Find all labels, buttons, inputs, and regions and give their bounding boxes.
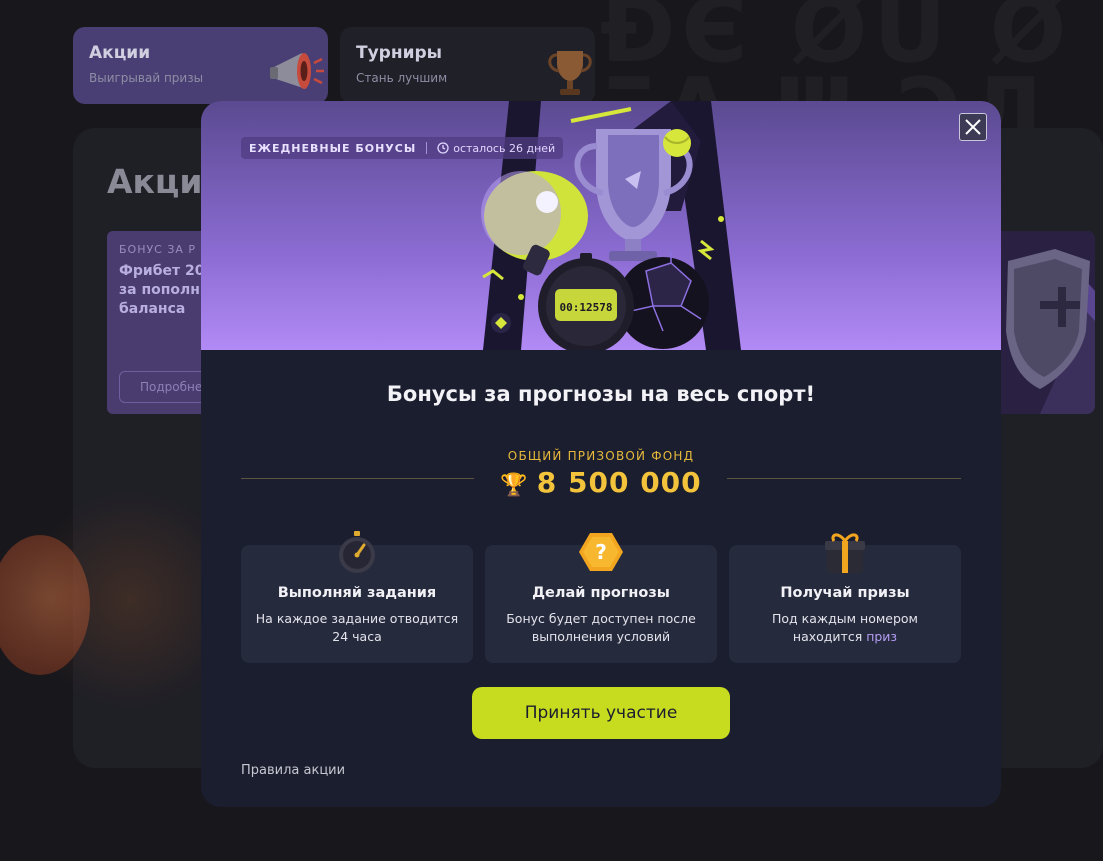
daily-bonuses-badge: ЕЖЕДНЕВНЫЕ БОНУСЫ (249, 141, 417, 155)
stopwatch-display: 00:12578 (560, 301, 613, 314)
step-description: Бонус будет доступен после выполнения ус… (506, 611, 696, 644)
promo-card-shield[interactable] (1000, 231, 1095, 414)
prize-fund-label: ОБЩИЙ ПРИЗОВОЙ ФОНД (507, 449, 695, 463)
modal-headline: Бонусы за прогнозы на весь спорт! (386, 382, 816, 406)
tile-tournaments[interactable]: Турниры Стань лучшим (340, 27, 595, 104)
close-icon (965, 119, 981, 135)
prize-fund-amount: 8 500 000 (536, 466, 702, 499)
rules-link[interactable]: Правила акции (241, 763, 345, 778)
prize-link[interactable]: приз (866, 629, 897, 644)
step-description: Под каждым номером находится приз (737, 610, 953, 646)
step-title: Получай призы (780, 585, 910, 601)
promo-title: Фрибет 20 за пополн баланса (119, 263, 205, 317)
close-button[interactable] (959, 113, 987, 141)
shield-icon (1000, 231, 1095, 414)
step-title: Делай прогнозы (532, 585, 670, 601)
participate-button[interactable]: Принять участие (472, 687, 730, 739)
bonus-modal: 00:12578 ЕЖЕДНЕВНЫЕ БОНУСЫ осталось 26 д… (201, 101, 1001, 807)
panel-title: Акци (107, 162, 203, 201)
clock-icon (437, 142, 449, 154)
bronze-trophy-icon (548, 51, 592, 95)
question-hexagon-icon: ? (579, 533, 623, 571)
modal-badges: ЕЖЕДНЕВНЫЕ БОНУСЫ осталось 26 дней (241, 137, 564, 159)
step-card: Получай призы Под каждым номером находит… (729, 533, 961, 663)
trophy-icon: 🏆 (500, 473, 529, 498)
step-card: Выполняй задания На каждое задание отвод… (241, 531, 473, 663)
time-left-badge: осталось 26 дней (437, 142, 555, 155)
modal-hero-banner: 00:12578 ЕЖЕДНЕВНЫЕ БОНУСЫ осталось 26 д… (201, 101, 1001, 350)
step-card: ? Делай прогнозы Бонус будет доступен по… (485, 533, 717, 663)
step-title: Выполняй задания (277, 585, 437, 601)
svg-text:?: ? (595, 540, 607, 564)
promo-kicker: БОНУС ЗА Р (119, 243, 197, 256)
megaphone-icon (270, 53, 324, 89)
step-description: На каждое задание отводится 24 часа (255, 611, 459, 644)
badge-divider (426, 142, 428, 154)
gift-icon (825, 533, 865, 573)
stopwatch-icon (339, 531, 375, 573)
prize-fund-value: 🏆 8 500 000 (201, 466, 1001, 499)
time-left-text: осталось 26 дней (453, 141, 556, 155)
tile-promotions[interactable]: Акции Выигрывай призы (73, 27, 328, 104)
